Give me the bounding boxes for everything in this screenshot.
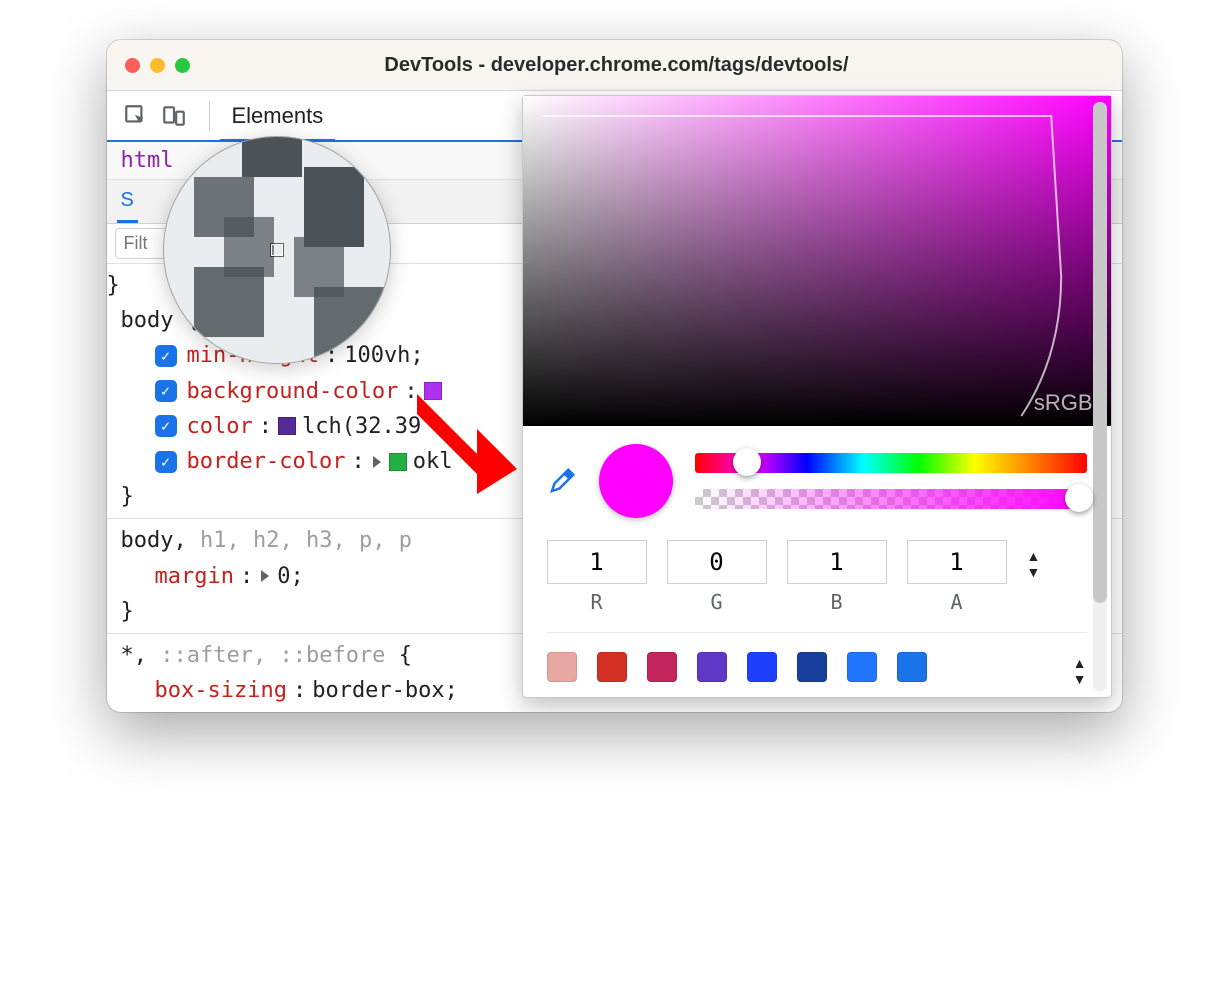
channel-b-label: B bbox=[830, 590, 842, 614]
color-preview bbox=[599, 444, 673, 518]
hue-slider[interactable] bbox=[695, 453, 1087, 473]
crosshair-icon bbox=[271, 244, 283, 256]
palette-swatch[interactable] bbox=[897, 652, 927, 682]
minimize-icon[interactable] bbox=[150, 58, 165, 73]
alpha-slider[interactable] bbox=[695, 489, 1087, 509]
chevron-up-icon[interactable]: ▲ bbox=[1027, 548, 1041, 564]
expand-icon[interactable] bbox=[373, 456, 381, 468]
tab-styles[interactable]: S bbox=[117, 180, 138, 223]
traffic-lights bbox=[125, 58, 190, 73]
channel-g-input[interactable] bbox=[667, 540, 767, 584]
checkbox-icon[interactable]: ✓ bbox=[155, 451, 177, 473]
checkbox-icon[interactable]: ✓ bbox=[155, 345, 177, 367]
channel-a-input[interactable] bbox=[907, 540, 1007, 584]
devtools-window: DevTools - developer.chrome.com/tags/dev… bbox=[107, 40, 1122, 712]
channel-inputs: R G B A ▲ ▼ bbox=[547, 540, 1087, 614]
slider-knob[interactable] bbox=[733, 448, 761, 476]
color-spectrum[interactable]: sRGB bbox=[523, 96, 1111, 426]
gamut-boundary bbox=[523, 96, 1111, 426]
channel-b-input[interactable] bbox=[787, 540, 887, 584]
device-toggle-icon[interactable] bbox=[157, 99, 191, 133]
channel-a-label: A bbox=[950, 590, 962, 614]
selector[interactable]: body bbox=[121, 308, 174, 333]
eyedropper-icon[interactable] bbox=[547, 466, 577, 496]
palette-swatch[interactable] bbox=[597, 652, 627, 682]
chevron-down-icon[interactable]: ▼ bbox=[1027, 564, 1041, 580]
color-picker: sRGB bbox=[522, 95, 1112, 698]
palette-swatch[interactable] bbox=[797, 652, 827, 682]
color-swatch[interactable] bbox=[389, 453, 407, 471]
expand-icon[interactable] bbox=[261, 570, 269, 582]
slider-knob[interactable] bbox=[1065, 484, 1093, 512]
titlebar: DevTools - developer.chrome.com/tags/dev… bbox=[107, 40, 1122, 90]
format-stepper[interactable]: ▲ ▼ bbox=[1027, 548, 1041, 580]
channel-r-input[interactable] bbox=[547, 540, 647, 584]
channel-g-label: G bbox=[710, 590, 722, 614]
palette-swatch[interactable] bbox=[697, 652, 727, 682]
window-title: DevTools - developer.chrome.com/tags/dev… bbox=[190, 54, 1044, 77]
palette-swatch[interactable] bbox=[847, 652, 877, 682]
callout-arrow-icon bbox=[407, 384, 527, 499]
palette-swatch[interactable] bbox=[747, 652, 777, 682]
inspect-icon[interactable] bbox=[119, 99, 153, 133]
palette-stepper[interactable]: ▲ ▼ bbox=[1073, 655, 1087, 687]
palette: ▲ ▼ bbox=[547, 632, 1087, 687]
color-swatch[interactable] bbox=[278, 417, 296, 435]
palette-swatch[interactable] bbox=[547, 652, 577, 682]
chevron-down-icon[interactable]: ▼ bbox=[1073, 671, 1087, 687]
separator bbox=[209, 101, 210, 131]
tab-elements[interactable]: Elements bbox=[224, 91, 332, 140]
checkbox-icon[interactable]: ✓ bbox=[155, 415, 177, 437]
eyedropper-magnifier bbox=[163, 136, 391, 364]
zoom-icon[interactable] bbox=[175, 58, 190, 73]
checkbox-icon[interactable]: ✓ bbox=[155, 380, 177, 402]
channel-r-label: R bbox=[590, 590, 602, 614]
chevron-up-icon[interactable]: ▲ bbox=[1073, 655, 1087, 671]
palette-swatch[interactable] bbox=[647, 652, 677, 682]
close-icon[interactable] bbox=[125, 58, 140, 73]
gamut-label: sRGB bbox=[1034, 390, 1093, 416]
